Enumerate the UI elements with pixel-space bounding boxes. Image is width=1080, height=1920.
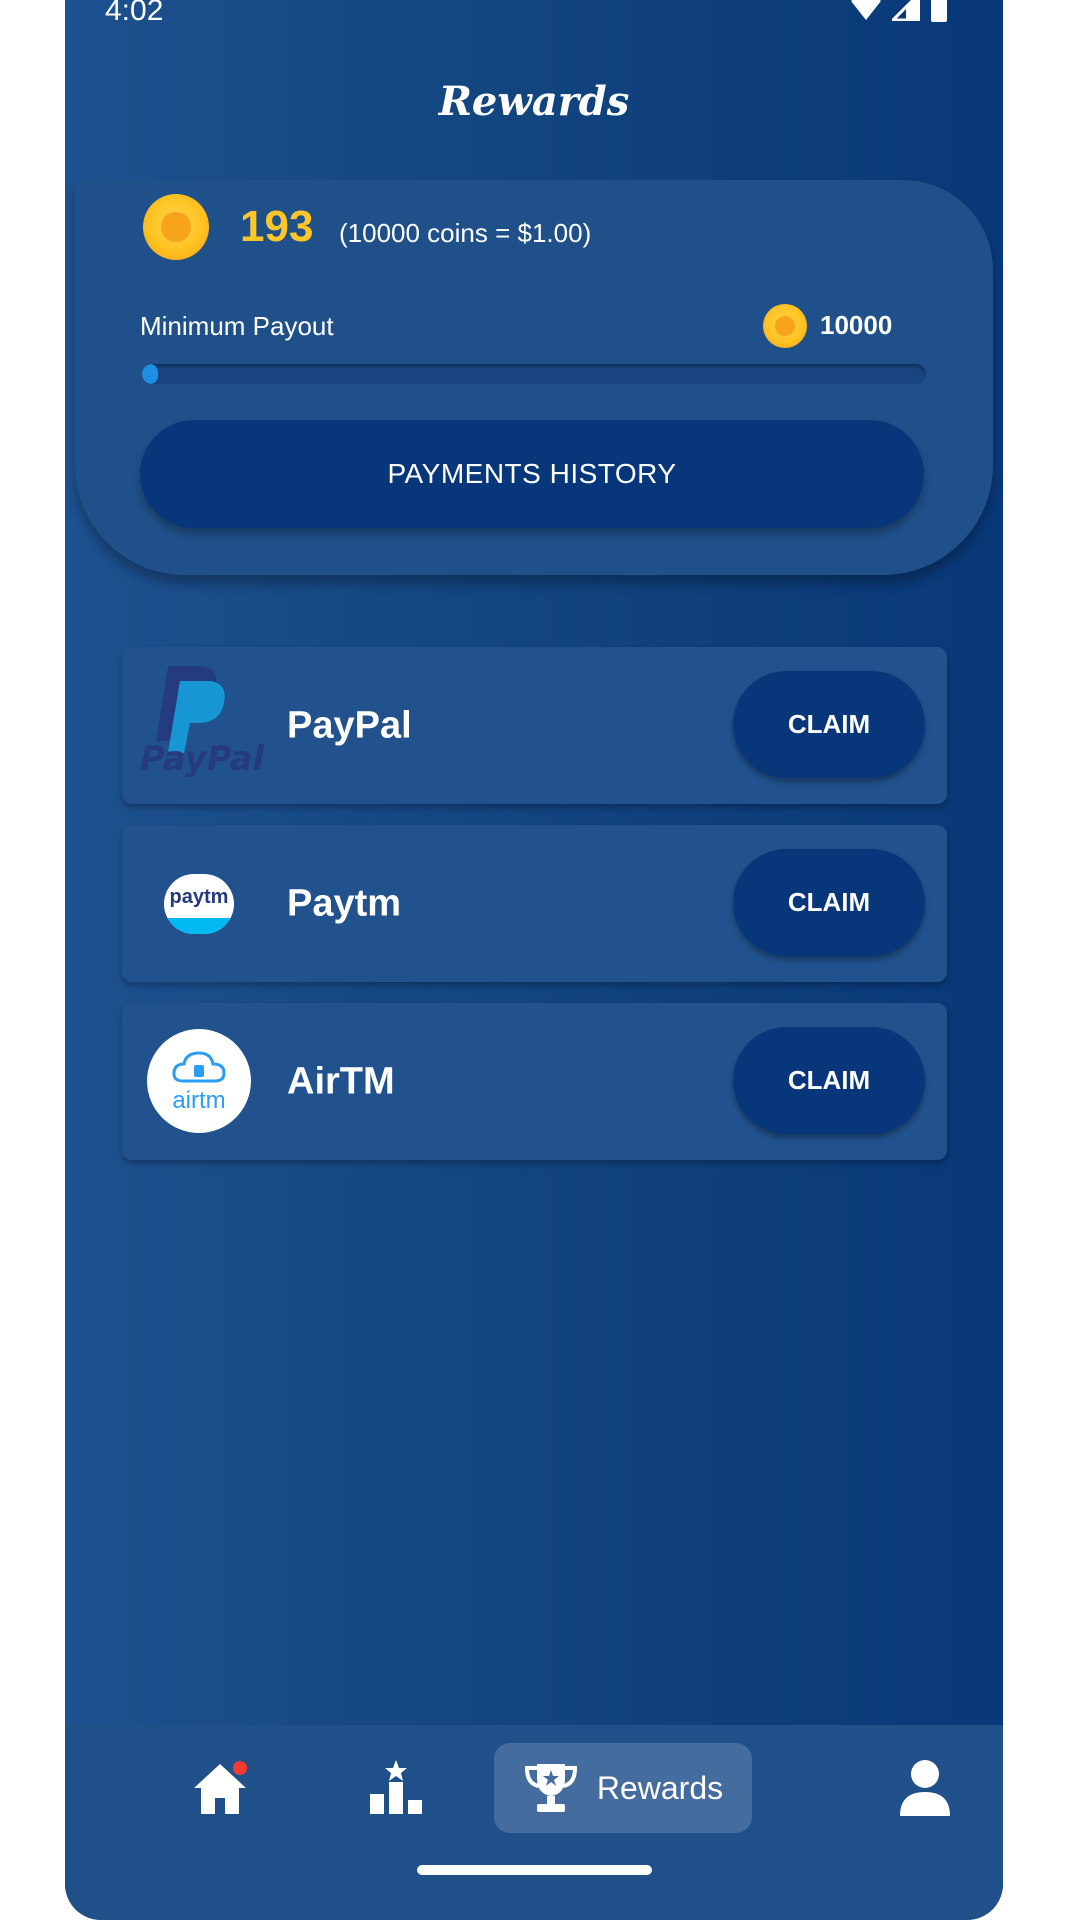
minimum-payout-value: 10000 xyxy=(820,310,893,340)
cloud-icon xyxy=(172,1051,226,1083)
leaderboard-icon xyxy=(370,1760,422,1814)
coin-icon xyxy=(143,194,209,260)
battery-icon xyxy=(931,0,947,22)
claim-button-paypal[interactable]: CLAIM xyxy=(733,671,925,778)
method-name: Paytm xyxy=(287,882,402,924)
coin-icon xyxy=(763,304,807,348)
status-icons xyxy=(850,0,948,22)
nav-rewards-label: Rewards xyxy=(596,1769,724,1806)
payout-progress-bar xyxy=(142,364,926,384)
wifi-icon xyxy=(851,0,881,20)
minimum-payout-label: Minimum Payout xyxy=(140,311,334,341)
airtm-logo: airtm xyxy=(147,1029,251,1133)
claim-button-paytm[interactable]: CLAIM xyxy=(733,849,925,956)
home-indicator[interactable] xyxy=(417,1865,652,1875)
claim-button-airtm[interactable]: CLAIM xyxy=(733,1027,925,1134)
coin-balance: 193 xyxy=(240,202,314,251)
method-name: AirTM xyxy=(287,1060,395,1102)
profile-icon xyxy=(900,1760,950,1816)
paypal-logo-text: PayPal xyxy=(140,739,265,779)
payments-history-button[interactable]: PAYMENTS HISTORY xyxy=(140,420,924,528)
payment-method-airtm: airtm AirTM CLAIM xyxy=(122,1003,947,1160)
payment-method-paytm: paytm Paytm CLAIM xyxy=(122,825,947,982)
payout-progress-fill xyxy=(142,364,158,384)
trophy-icon xyxy=(524,1764,577,1812)
nav-profile[interactable] xyxy=(870,1743,980,1833)
coin-rate: (10000 coins = $1.00) xyxy=(339,218,592,248)
nav-home[interactable] xyxy=(165,1743,275,1833)
airtm-logo-text: airtm xyxy=(172,1087,226,1114)
bottom-nav: Rewards xyxy=(65,1725,1003,1920)
page-title: Rewards xyxy=(438,78,630,125)
app-screen: 4:02 Rewards 193 (10000 coins = $1.00) M… xyxy=(65,0,1003,1920)
paytm-logo: paytm xyxy=(164,874,234,934)
nav-rewards[interactable]: Rewards xyxy=(494,1743,752,1833)
paytm-logo-text: paytm xyxy=(169,886,229,908)
signal-icon xyxy=(892,0,920,21)
status-bar: 4:02 xyxy=(65,0,1003,44)
home-icon xyxy=(194,1761,247,1814)
payment-method-paypal: PayPal PayPal CLAIM xyxy=(122,647,947,804)
notification-dot-icon xyxy=(233,1761,247,1775)
method-name: PayPal xyxy=(287,704,412,746)
status-time: 4:02 xyxy=(105,0,164,27)
paypal-logo: PayPal xyxy=(138,661,264,791)
nav-leaderboard[interactable] xyxy=(341,1743,451,1833)
balance-card: 193 (10000 coins = $1.00) Minimum Payout… xyxy=(75,180,993,575)
